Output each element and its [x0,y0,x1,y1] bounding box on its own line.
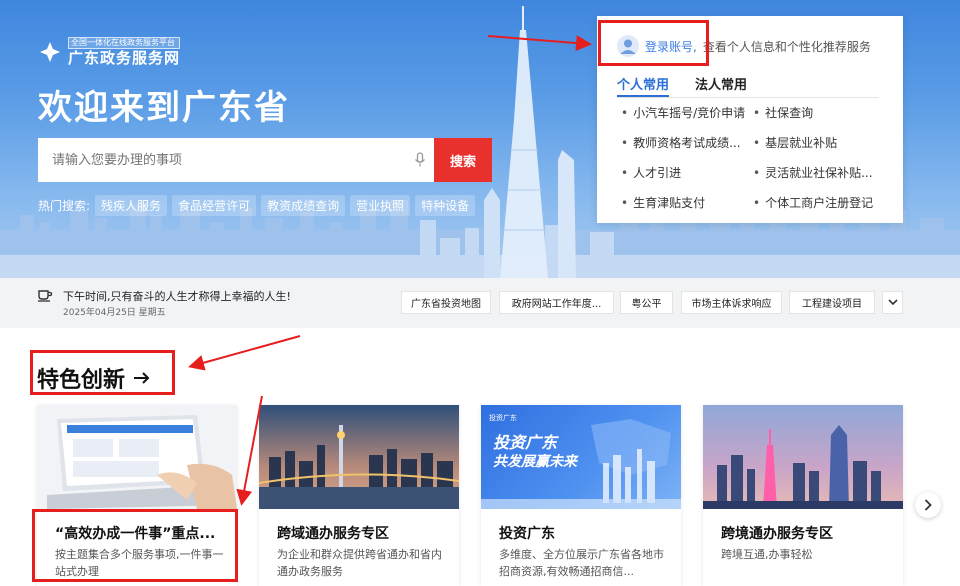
logo-title: 广东政务服务网 [68,49,181,67]
quick-link[interactable]: 广东省投资地图 [401,291,491,314]
invest-guangdong-banner: 投资广东 投资广东 共发展赢未来 [481,405,681,509]
chevron-right-icon [924,499,932,511]
quick-link[interactable]: 粤公平 [620,291,673,314]
logo-icon [38,40,62,64]
login-description: 查看个人信息和个性化推荐服务 [702,39,871,54]
hot-searches: 热门搜索: 残疾人服务 食品经营许可 教资成绩查询 营业执照 特种设备 [38,195,476,216]
quick-link[interactable]: 市场主体诉求响应 [681,291,782,314]
carousel-next-button[interactable] [915,492,941,518]
hot-search-tag[interactable]: 特种设备 [415,195,476,216]
service-tabs: 个人常用 法人常用 [617,74,879,98]
card-title: 跨境通办服务专区 [721,526,833,542]
card-title: 投资广东 [499,526,555,542]
site-logo[interactable]: 全国一体化在线政务服务平台 广东政务服务网 [38,37,181,67]
service-list: 小汽车摇号/竞价申请 社保查询 教师资格考试成绩... 基层就业补贴 人才引进 … [621,104,891,211]
quick-link[interactable]: 政府网站工作年度... [499,291,614,314]
tab-personal[interactable]: 个人常用 [617,74,670,97]
service-item[interactable]: 教师资格考试成绩... [621,134,753,151]
search-bar: 搜索 [38,138,492,182]
hot-search-label: 热门搜索: [38,199,91,213]
service-item[interactable]: 社保查询 [753,104,883,121]
service-item[interactable]: 小汽车摇号/竞价申请 [621,104,753,121]
feature-card[interactable]: 投资广东 投资广东 共发展赢未来 投资广东 多维度、全方位展示广东省各地市招商资… [481,405,681,586]
hot-search-tag[interactable]: 残疾人服务 [95,195,168,216]
card-description: 跨境互通,办事轻松 [721,548,813,561]
card-description: 为企业和群众提供跨省通办和省内通办政务服务 [277,548,442,578]
service-item[interactable]: 生育津贴支付 [621,194,753,211]
hot-search-tag[interactable]: 营业执照 [350,195,411,216]
service-item[interactable]: 灵活就业社保补贴... [753,164,883,181]
quick-link[interactable]: 工程建设项目 [789,291,875,314]
city-night-photo [259,405,459,509]
feature-card[interactable]: 跨域通办服务专区 为企业和群众提供跨省通办和省内通办政务服务 [259,405,459,586]
current-date: 2025年04月25日 星期五 [63,308,166,318]
search-button[interactable]: 搜索 [434,138,492,182]
annotation-box-login [598,20,709,66]
search-input[interactable] [38,138,406,182]
coffee-cup-icon [37,286,53,306]
service-item[interactable]: 个体工商户注册登记 [753,194,883,211]
card-title: 跨域通办服务专区 [277,526,389,542]
hot-search-tag[interactable]: 食品经营许可 [172,195,257,216]
service-item[interactable]: 基层就业补贴 [753,134,883,151]
microphone-icon[interactable] [406,138,434,182]
chevron-down-icon[interactable] [882,291,903,314]
skyline-dusk-photo [703,405,903,509]
feature-card[interactable]: 跨境通办服务专区 跨境互通,办事轻松 [703,405,903,586]
hot-search-tag[interactable]: 教资成绩查询 [261,195,346,216]
tab-corporate[interactable]: 法人常用 [695,74,747,97]
annotation-box-title [30,350,175,395]
greeting-tip: 下午时间,只有奋斗的人生才称得上幸福的人生! [63,290,291,303]
logo-subtitle: 全国一体化在线政务服务平台 [68,37,181,49]
card-description: 多维度、全方位展示广东省各地市招商资源,有效畅通招商信... [499,548,664,578]
service-item[interactable]: 人才引进 [621,164,753,181]
laptop-photo [37,405,237,509]
annotation-box-card [32,509,238,582]
welcome-heading: 欢迎来到广东省 [38,88,290,128]
